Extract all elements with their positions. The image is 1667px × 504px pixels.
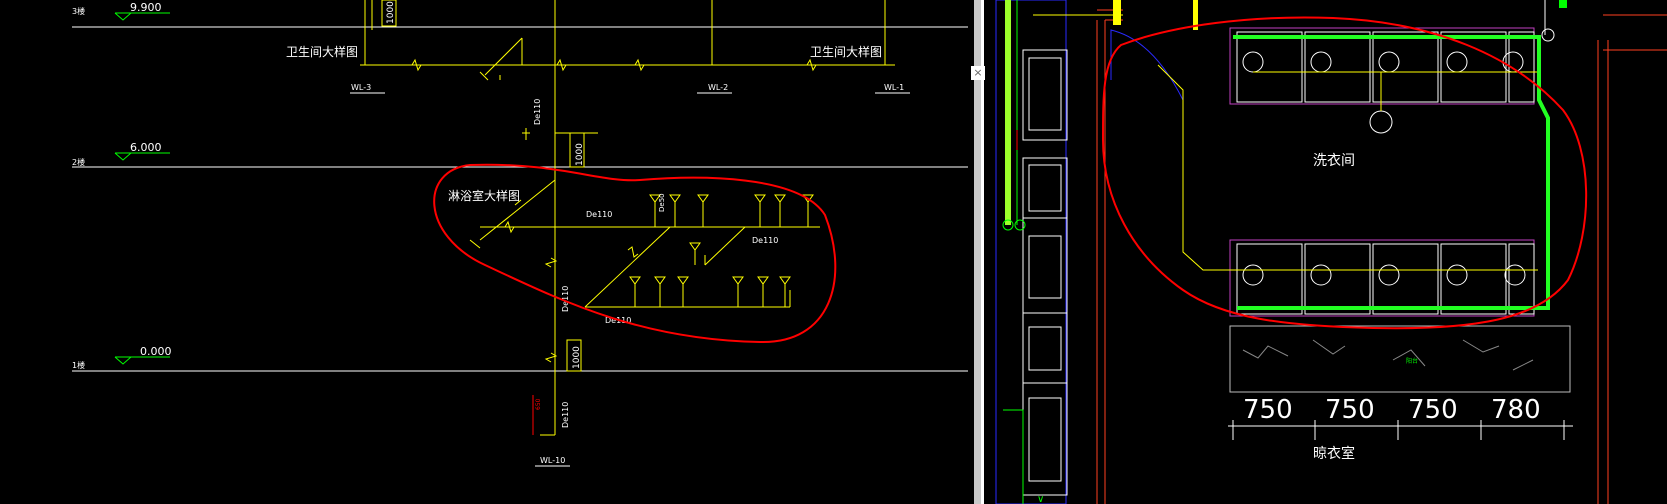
floor-label-3: 3楼 (72, 6, 85, 16)
pipe-tag-wl2: WL-2 (708, 83, 728, 92)
balcony-area (1229, 325, 1571, 393)
pipe-size-v3: De110 (561, 402, 570, 428)
washer-row-top (1229, 27, 1535, 134)
level-marker-3: 3楼 9.900 (72, 1, 170, 21)
pipe-size-v1: De110 (533, 99, 542, 125)
drain-line-3f (360, 0, 895, 170)
balcony-tag: 阳台 (1406, 357, 1418, 365)
level-marker-1: 1楼 0.000 (72, 345, 172, 370)
detail-label-left: 卫生间大样图 (286, 44, 358, 59)
dim-1000-low: 1000 (572, 346, 582, 369)
dim-1000-mid: 1000 (575, 143, 585, 166)
viewport-divider[interactable]: × (968, 0, 993, 504)
floor-label-2: 2楼 (72, 157, 85, 167)
pipe-size-de50: De50 (658, 193, 666, 212)
detail-label-right: 卫生间大样图 (810, 44, 882, 59)
dim-1000-top: 1000 (386, 1, 396, 24)
pipe-tag-wl10: WL-10 (540, 456, 565, 465)
dim-2: 750 (1325, 395, 1375, 425)
red-mark-label: 650 (535, 398, 542, 410)
right-viewport[interactable]: ∨ 阳台 750 750 750 780 洗衣间 晾衣室 (993, 0, 1667, 504)
washer-row-bottom (1229, 239, 1535, 317)
elevation-label-2: 6.000 (130, 141, 162, 154)
dim-3: 750 (1408, 395, 1458, 425)
left-viewport[interactable]: 3楼 9.900 2楼 6.000 1楼 0.000 卫生间大样图 卫生间大样图… (0, 0, 968, 504)
dim-1: 750 (1243, 395, 1293, 425)
room-label-drying: 晾衣室 (1313, 445, 1355, 462)
revision-cloud-right (1101, 16, 1588, 330)
dim-4: 780 (1491, 395, 1541, 425)
viewport-close-icon[interactable]: × (971, 66, 985, 80)
floor-label-1: 1楼 (72, 360, 85, 370)
detail-label-bath: 淋浴室大样图 (448, 188, 520, 203)
level-marker-2: 2楼 6.000 (72, 141, 170, 167)
room-label-laundry: 洗衣间 (1313, 153, 1355, 169)
elevation-label-3: 9.900 (130, 1, 162, 14)
cad-workspace[interactable]: 3楼 9.900 2楼 6.000 1楼 0.000 卫生间大样图 卫生间大样图… (0, 0, 1667, 504)
vertical-pipe-left (1002, 0, 1026, 231)
pipe-tag-wl1: WL-1 (884, 83, 904, 92)
supply-pipe-green (1233, 35, 1550, 310)
pipe-size-h2: De110 (752, 236, 778, 245)
pipe-tag-wl3: WL-3 (351, 83, 371, 92)
elevation-label-1: 0.000 (140, 345, 172, 358)
pipe-size-h1: De110 (586, 210, 612, 219)
wall-outlines (1096, 9, 1667, 504)
svg-text:∨: ∨ (1037, 494, 1044, 504)
